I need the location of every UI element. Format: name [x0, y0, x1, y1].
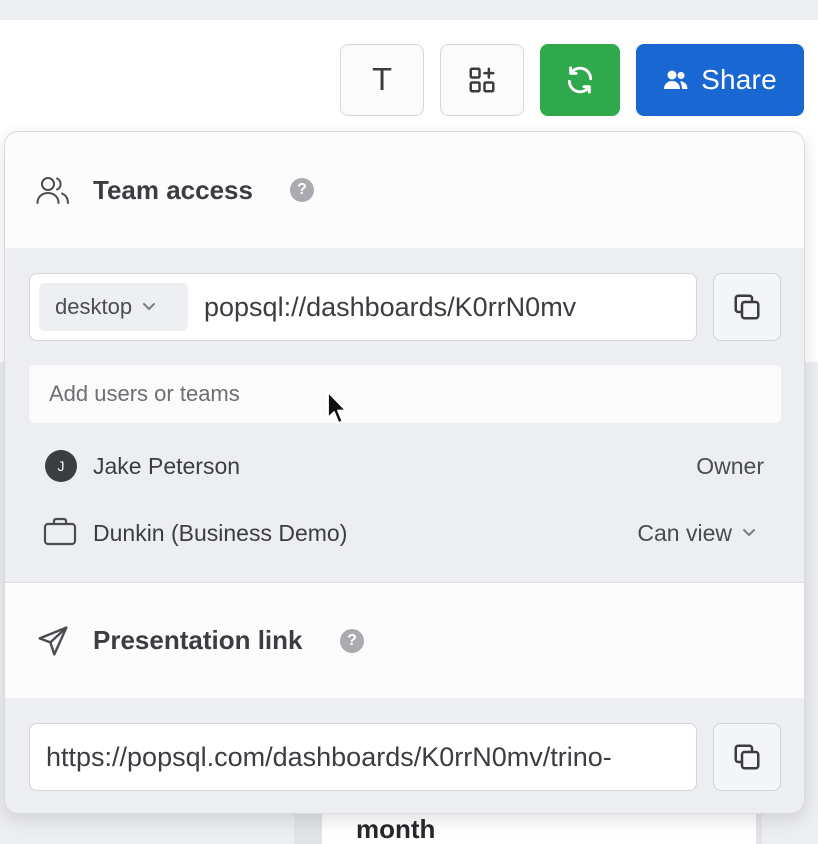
avatar: J: [45, 450, 77, 482]
chevron-down-icon: [143, 303, 156, 311]
add-widget-button[interactable]: [440, 44, 524, 116]
card-heading: month: [356, 814, 436, 844]
chevron-down-icon: [743, 529, 755, 537]
text-icon: T: [372, 62, 392, 98]
copy-team-url-button[interactable]: [713, 273, 781, 341]
copy-icon: [734, 744, 760, 770]
share-button[interactable]: Share: [636, 44, 804, 116]
permission-select[interactable]: Can view: [637, 520, 756, 547]
environment-value: desktop: [55, 294, 133, 319]
refresh-icon: [567, 66, 593, 94]
presentation-url-field: https://popsql.com/dashboards/K0rrN0mv/t…: [29, 723, 697, 791]
add-widget-icon: [469, 67, 495, 93]
member-row: Dunkin (Business Demo) Can view: [5, 508, 804, 558]
mouse-cursor-icon: [327, 391, 347, 424]
team-access-title: Team access: [93, 174, 253, 205]
app-top-strip: [0, 0, 818, 20]
permission-value: Can view: [637, 519, 732, 546]
help-icon[interactable]: ?: [340, 628, 364, 653]
member-name: Jake Peterson: [93, 452, 241, 479]
briefcase-icon: [43, 516, 77, 551]
refresh-button[interactable]: [540, 44, 620, 116]
send-icon: [35, 623, 71, 659]
add-users-input[interactable]: [29, 365, 781, 423]
copy-icon: [734, 294, 760, 320]
presentation-link-title: Presentation link: [93, 625, 303, 655]
users-icon: [664, 70, 688, 89]
team-url-text[interactable]: popsql://dashboards/K0rrN0mv: [204, 292, 576, 323]
team-access-header: Team access ?: [5, 132, 804, 248]
help-icon[interactable]: ?: [290, 178, 314, 202]
share-popover: Team access ? desktop popsql://dashboard…: [4, 131, 805, 814]
add-text-button[interactable]: T: [340, 44, 424, 116]
share-label: Share: [701, 64, 777, 95]
users-outline-icon: [35, 172, 71, 208]
team-url-field: desktop popsql://dashboards/K0rrN0mv: [29, 273, 697, 341]
presentation-url-text[interactable]: https://popsql.com/dashboards/K0rrN0mv/t…: [46, 742, 694, 773]
member-role: Owner: [696, 452, 764, 479]
copy-presentation-url-button[interactable]: [713, 723, 781, 791]
member-row: J Jake Peterson Owner: [5, 441, 804, 491]
member-name: Dunkin (Business Demo): [93, 519, 348, 546]
environment-select[interactable]: desktop: [39, 283, 188, 331]
presentation-link-header: Presentation link ?: [5, 582, 804, 698]
